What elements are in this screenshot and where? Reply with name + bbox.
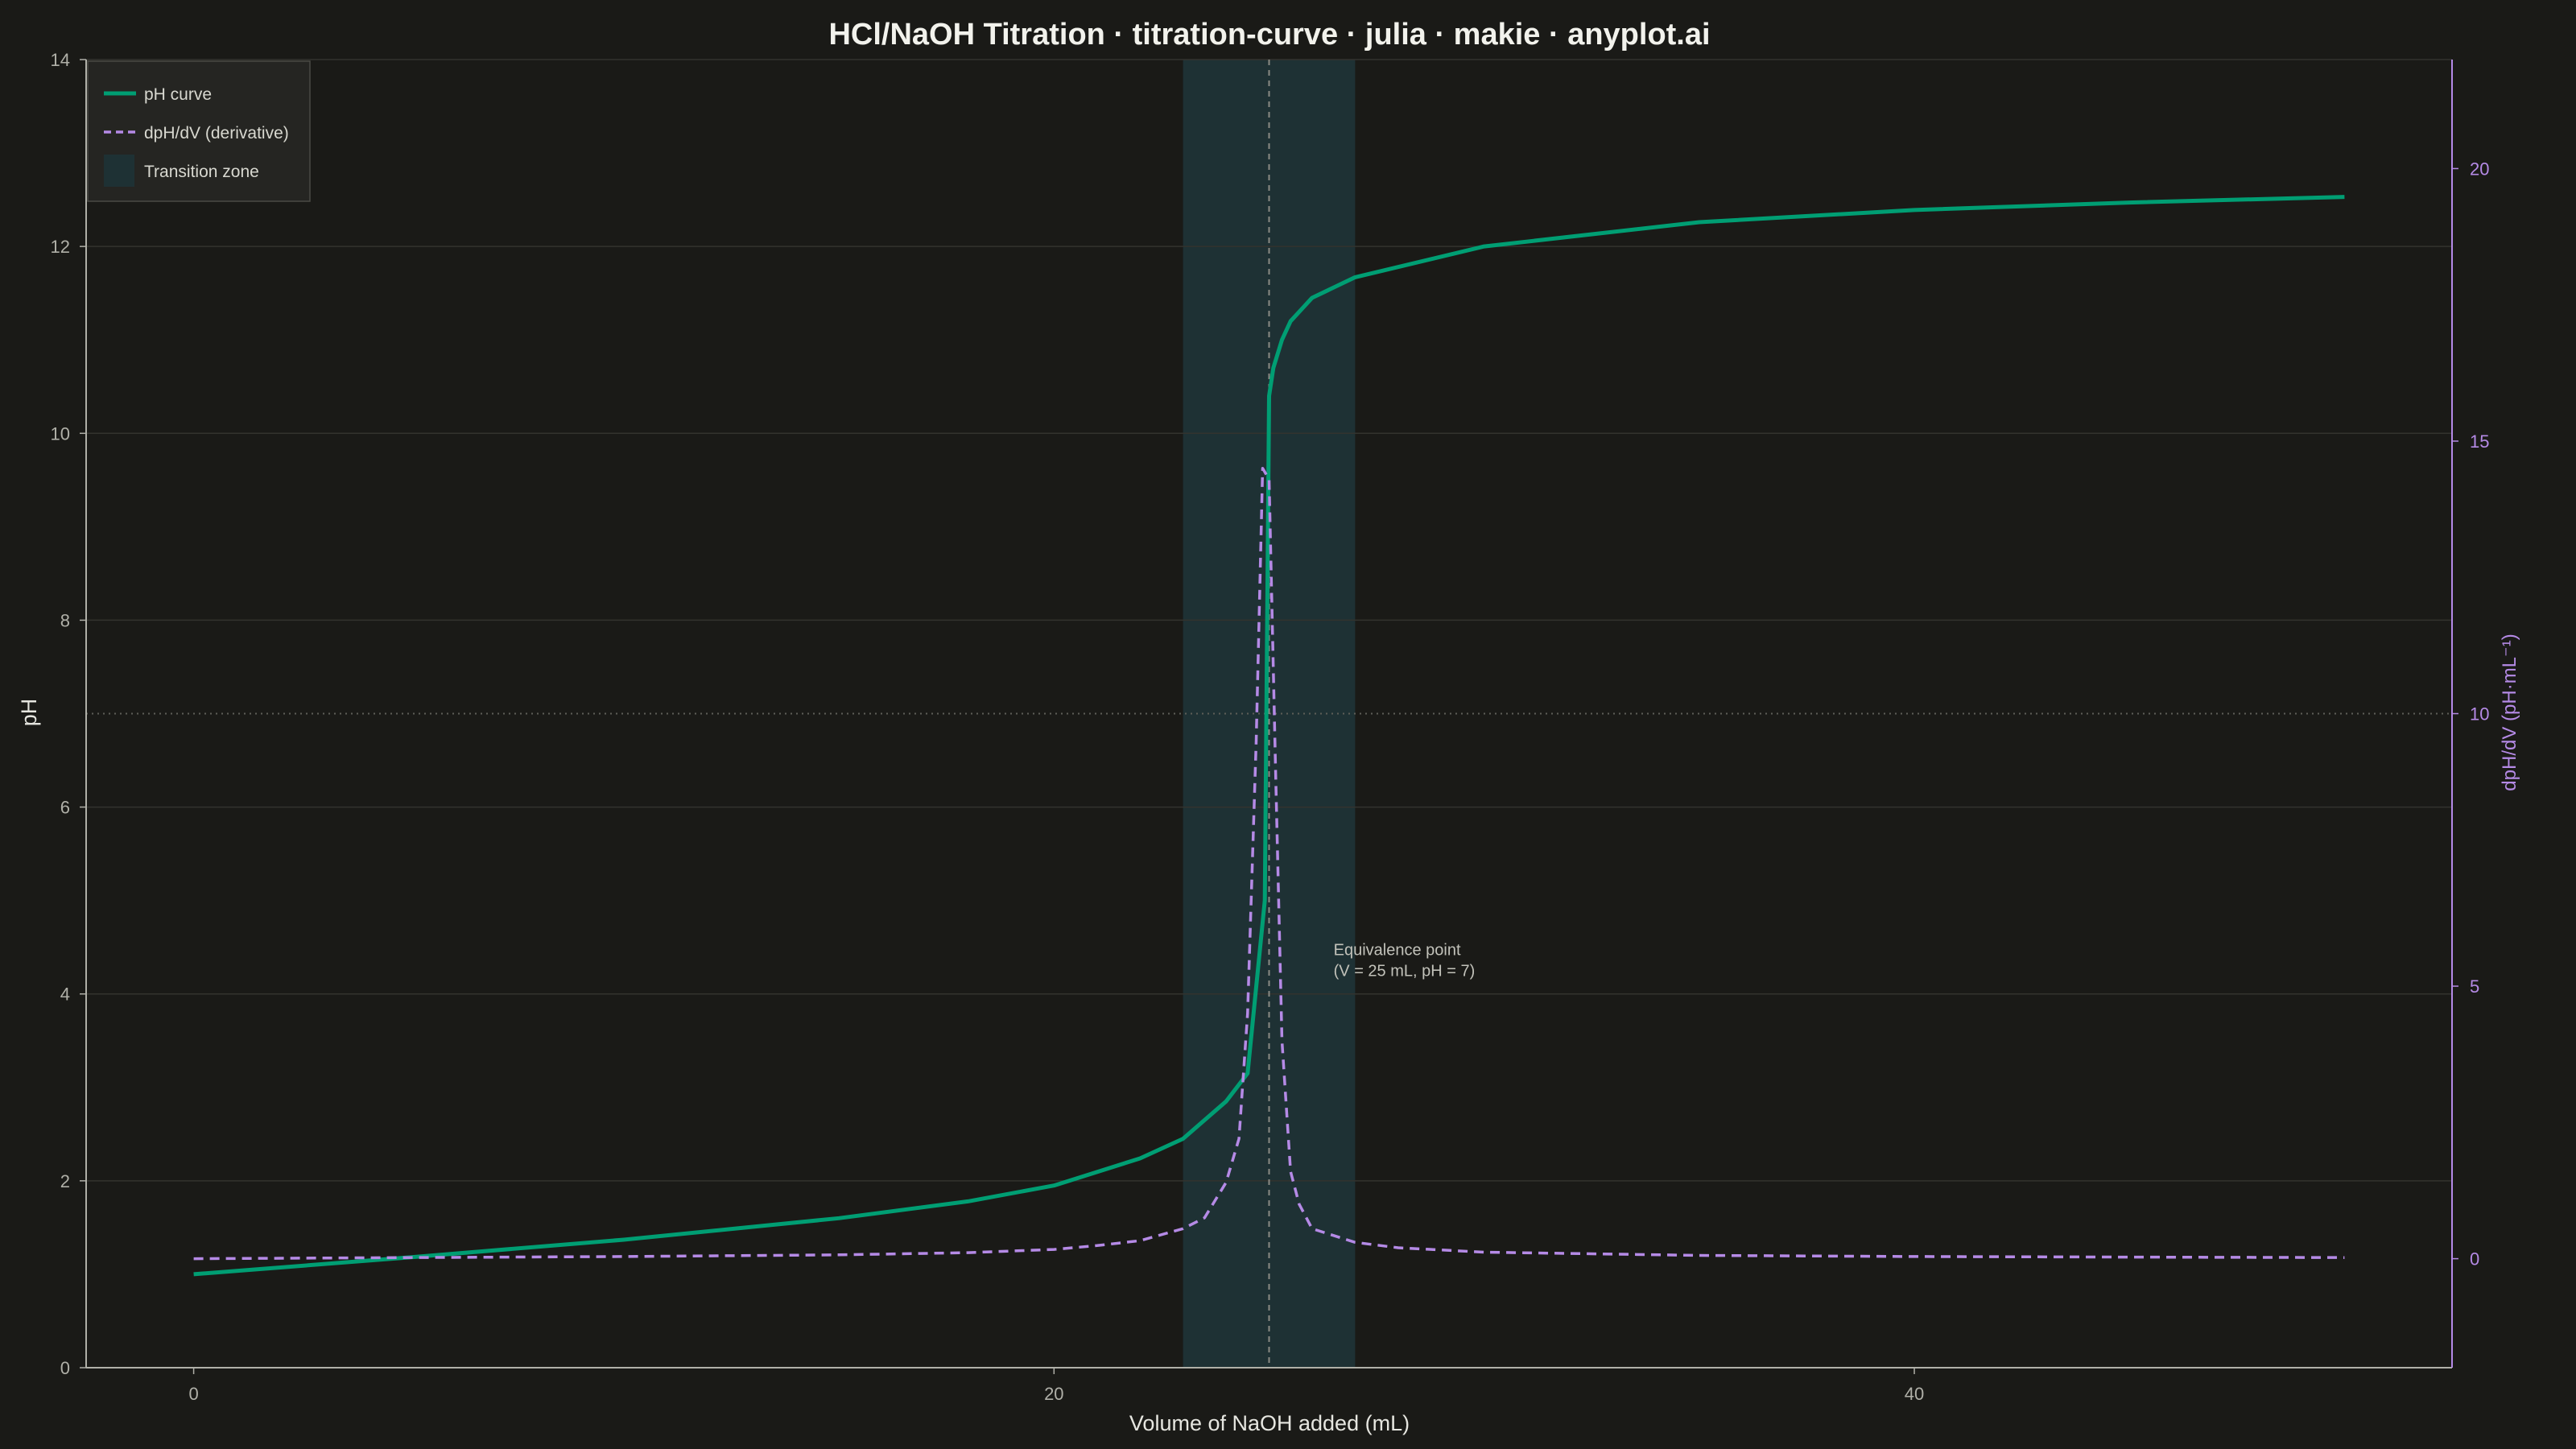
annotation-equivalence-title: Equivalence point bbox=[1334, 941, 1461, 959]
legend-label: pH curve bbox=[144, 85, 212, 104]
y2-tick-label: 20 bbox=[2470, 159, 2489, 179]
y2-tick-label: 0 bbox=[2470, 1249, 2479, 1269]
y-tick-label: 4 bbox=[60, 985, 70, 1005]
legend-label: dpH/dV (derivative) bbox=[144, 124, 289, 142]
x-axis-label: Volume of NaOH added (mL) bbox=[1129, 1411, 1410, 1435]
y-tick-label: 10 bbox=[51, 423, 70, 444]
y-tick-label: 8 bbox=[60, 610, 70, 630]
legend: pH curve dpH/dV (derivative) Transition zo… bbox=[87, 60, 311, 202]
chart-root: 0 2 4 6 8 10 12 14 0 20 40 0 5 10 15 20 pH curve dpH/dV … bbox=[0, 0, 2576, 1449]
annotation-equivalence-values: (V = 25 mL, pH = 7) bbox=[1334, 962, 1476, 980]
x-tick-label: 20 bbox=[1044, 1384, 1063, 1404]
chart-title: HCl/NaOH Titration · titration-curve · j… bbox=[828, 18, 1710, 52]
y2-tick-label: 5 bbox=[2470, 976, 2479, 997]
titration-chart: 0 2 4 6 8 10 12 14 0 20 40 0 5 10 15 20 pH curve dpH/dV … bbox=[0, 0, 2576, 1449]
y-tick-label: 2 bbox=[60, 1171, 70, 1191]
y-axis-label: pH bbox=[17, 699, 41, 727]
y-tick-label: 14 bbox=[51, 50, 70, 70]
x-tick-label: 0 bbox=[188, 1384, 198, 1404]
y-tick-label: 6 bbox=[60, 798, 70, 818]
y2-axis-label: dpH/dV (pH·mL⁻¹) bbox=[2499, 634, 2520, 791]
legend-label: Transition zone bbox=[144, 163, 259, 181]
y-tick-label: 0 bbox=[60, 1358, 70, 1378]
legend-swatch-transition-zone bbox=[104, 155, 134, 187]
y2-tick-label: 15 bbox=[2470, 431, 2489, 452]
x-tick-label: 40 bbox=[1905, 1384, 1924, 1404]
y2-tick-label: 10 bbox=[2470, 704, 2489, 724]
y-tick-label: 12 bbox=[51, 237, 70, 257]
